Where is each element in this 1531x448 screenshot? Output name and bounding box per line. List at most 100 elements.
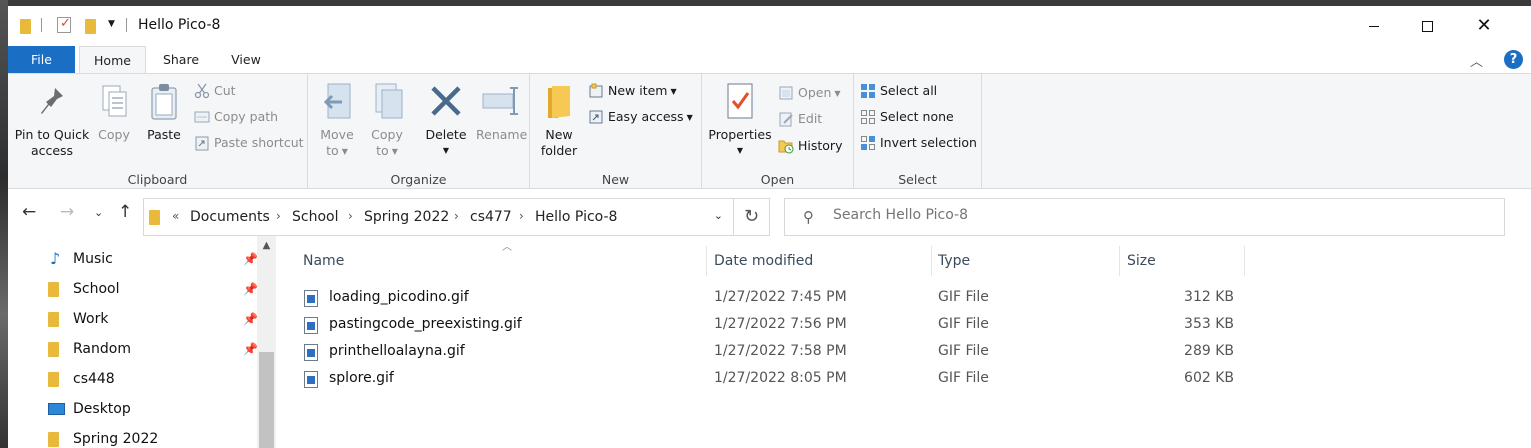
nav-pane-scrollbar[interactable]: ▲ xyxy=(257,236,276,448)
paste-shortcut-button[interactable]: Paste shortcut xyxy=(194,132,304,154)
copy-path-label: Copy path xyxy=(214,109,279,124)
properties-quick-access-button[interactable]: ✓ xyxy=(57,16,71,33)
history-button[interactable]: History xyxy=(778,135,842,157)
select-none-button[interactable]: Select none xyxy=(860,106,954,128)
copy-to-button[interactable]: Copy to ▼ xyxy=(366,82,408,160)
copy-icon xyxy=(99,82,129,122)
paste-button[interactable]: Paste xyxy=(142,82,186,143)
new-item-icon xyxy=(588,83,604,99)
easy-access-button[interactable]: Easy access ▼ xyxy=(588,106,693,128)
new-group: New folder New item ▼ Easy access ▼ New xyxy=(530,74,702,189)
back-arrow-icon[interactable]: ← xyxy=(22,202,36,222)
rename-button[interactable]: Rename xyxy=(476,82,528,143)
nav-item-label: Desktop xyxy=(73,401,131,417)
organize-group: Move to ▼ Copy to ▼ Delete ▼ Rename Orga… xyxy=(308,74,530,189)
column-header-date-modified[interactable]: Date modified xyxy=(714,246,813,276)
column-header-size[interactable]: Size xyxy=(1127,246,1156,276)
close-button[interactable]: ✕ xyxy=(1461,6,1507,46)
desktop-background xyxy=(0,0,8,448)
column-divider[interactable] xyxy=(931,246,932,276)
new-folder-quick-access-button[interactable] xyxy=(85,19,96,34)
breadcrumb-cs477[interactable]: cs477 xyxy=(470,209,512,225)
move-to-button[interactable]: Move to ▼ xyxy=(316,82,358,160)
nav-item-label: Music xyxy=(73,251,113,267)
chevron-down-icon: ▼ xyxy=(391,146,398,156)
up-arrow-icon[interactable]: ↑ xyxy=(118,202,132,222)
easy-access-icon xyxy=(588,109,604,125)
properties-icon xyxy=(725,82,755,122)
copy-path-button[interactable]: Copy path xyxy=(194,106,278,128)
history-icon xyxy=(778,138,794,154)
file-date: 1/27/2022 7:58 PM xyxy=(714,343,847,359)
select-all-button[interactable]: Select all xyxy=(860,80,937,102)
copy-to-icon xyxy=(370,82,404,122)
help-icon[interactable]: ? xyxy=(1504,50,1523,69)
clipboard-group-label: Clipboard xyxy=(127,172,188,187)
nav-item-music[interactable]: ♪ Music 📌 xyxy=(48,244,258,274)
new-folder-label-line1: New xyxy=(545,127,573,142)
breadcrumb-hello-pico-8[interactable]: Hello Pico-8 xyxy=(535,209,617,225)
breadcrumb-spring-2022[interactable]: Spring 2022 xyxy=(364,209,449,225)
recent-locations-chevron-icon[interactable]: ⌄ xyxy=(94,206,103,219)
new-folder-button[interactable]: New folder xyxy=(536,82,582,159)
open-group-label: Open xyxy=(760,172,795,187)
address-bar[interactable]: « Documents › School › Spring 2022 › cs4… xyxy=(143,198,734,236)
invert-selection-label: Invert selection xyxy=(880,135,977,150)
column-divider[interactable] xyxy=(1119,246,1120,276)
search-box[interactable]: ⚲ xyxy=(784,198,1505,236)
address-history-chevron-icon[interactable]: ⌄ xyxy=(714,209,723,222)
file-row[interactable]: printhelloalayna.gif 1/27/2022 7:58 PM G… xyxy=(304,339,1244,366)
cut-button[interactable]: Cut xyxy=(194,80,236,102)
tab-file[interactable]: File xyxy=(8,46,75,73)
column-header-type[interactable]: Type xyxy=(938,246,970,276)
copy-button[interactable]: Copy xyxy=(94,82,134,143)
select-all-icon xyxy=(860,83,876,99)
nav-item-random[interactable]: Random 📌 xyxy=(48,334,258,364)
nav-item-school[interactable]: School 📌 xyxy=(48,274,258,304)
copy-path-icon xyxy=(194,109,210,125)
search-input[interactable] xyxy=(833,207,1433,223)
organize-group-label: Organize xyxy=(390,172,447,187)
customize-quick-access-dropdown[interactable]: ▼ xyxy=(108,19,115,29)
breadcrumb-documents[interactable]: Documents xyxy=(190,209,270,225)
overflow-chevron-icon[interactable]: « xyxy=(172,209,179,223)
breadcrumb-school[interactable]: School xyxy=(292,209,338,225)
nav-item-label: Spring 2022 xyxy=(73,431,159,447)
navigation-bar: ← → ⌄ ↑ « Documents › School › Spring 20… xyxy=(8,190,1531,236)
file-row[interactable]: pastingcode_preexisting.gif 1/27/2022 7:… xyxy=(304,312,1244,339)
edit-button[interactable]: Edit xyxy=(778,108,822,130)
minimize-button[interactable] xyxy=(1351,6,1397,46)
maximize-button[interactable] xyxy=(1404,6,1450,46)
tab-home[interactable]: Home xyxy=(79,46,146,74)
column-header-name[interactable]: Name xyxy=(303,246,344,276)
file-row[interactable]: loading_picodino.gif 1/27/2022 7:45 PM G… xyxy=(304,285,1244,312)
collapse-ribbon-icon[interactable]: ︿ xyxy=(1470,51,1483,70)
properties-button[interactable]: Properties ▼ xyxy=(706,82,774,159)
file-type: GIF File xyxy=(938,370,989,386)
rename-label: Rename xyxy=(476,127,528,142)
separator xyxy=(41,18,42,32)
invert-selection-button[interactable]: Invert selection xyxy=(860,132,977,154)
checkmark-icon: ✓ xyxy=(60,16,71,31)
forward-arrow-icon[interactable]: → xyxy=(60,202,74,222)
refresh-button[interactable]: ↻ xyxy=(734,198,770,236)
rename-icon xyxy=(481,82,521,122)
open-button[interactable]: Open ▼ xyxy=(778,82,841,104)
nav-item-work[interactable]: Work 📌 xyxy=(48,304,258,334)
tab-share[interactable]: Share xyxy=(157,46,205,73)
column-divider[interactable] xyxy=(1244,246,1245,276)
nav-item-cs448[interactable]: cs448 xyxy=(48,364,258,394)
delete-button[interactable]: Delete ▼ xyxy=(424,82,468,159)
scroll-up-icon[interactable]: ▲ xyxy=(257,240,276,251)
column-divider[interactable] xyxy=(706,246,707,276)
pin-to-quick-access-button[interactable]: Pin to Quick access xyxy=(12,82,92,159)
nav-item-spring-2022[interactable]: Spring 2022 xyxy=(48,424,258,448)
file-row[interactable]: splore.gif 1/27/2022 8:05 PM GIF File 60… xyxy=(304,366,1244,393)
scrollbar-thumb[interactable] xyxy=(259,352,274,448)
folder-icon xyxy=(149,210,160,225)
tab-view[interactable]: View xyxy=(220,46,272,73)
new-item-button[interactable]: New item ▼ xyxy=(588,80,677,102)
delete-icon xyxy=(429,82,463,122)
nav-item-desktop[interactable]: Desktop xyxy=(48,394,258,424)
chevron-down-icon: ▼ xyxy=(736,146,744,155)
